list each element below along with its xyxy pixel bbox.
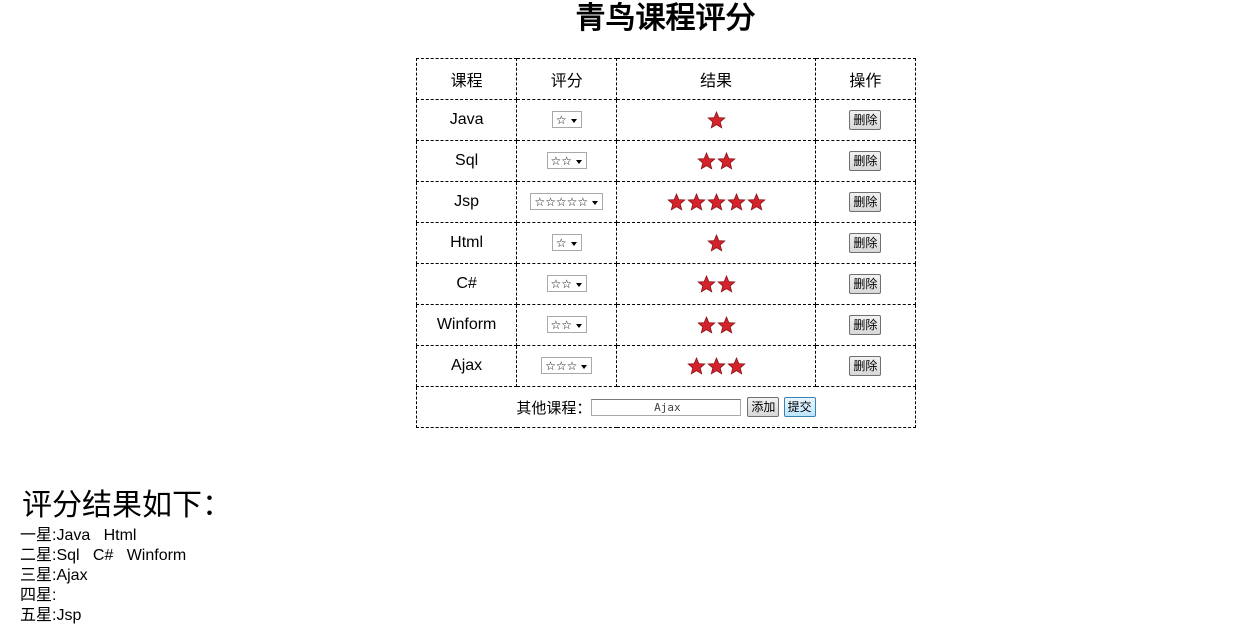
star-icon [706,110,726,129]
delete-button[interactable]: 删除 [849,274,882,294]
other-course-label: 其他课程： [516,399,592,417]
rating-select[interactable]: ☆☆☆☆☆ [530,193,604,211]
star-icon [696,315,716,334]
star-icon [726,192,746,211]
results-list: 一星:Java Html 二星:Sql C# Winform 三星:Ajax 四… [20,526,186,626]
rating-select-value: ☆ [555,236,567,251]
rating-stars [706,110,726,129]
rating-select-value: ☆☆☆ [545,359,578,374]
rating-stars [696,274,736,293]
delete-button[interactable]: 删除 [849,315,882,335]
star-icon [666,192,686,211]
table-row: Html ☆ 删除 [415,222,917,264]
header-action: 操作 [814,58,917,100]
star-icon [706,192,726,211]
table-row: Ajax ☆☆☆ 删除 [415,345,917,387]
rating-stars [696,315,736,334]
delete-button[interactable]: 删除 [849,110,882,130]
star-icon [706,233,726,252]
rating-select-value: ☆☆ [550,318,573,333]
add-course-row: 其他课程： Ajax 添加 提交 [416,386,916,428]
star-icon [686,192,706,211]
result-line-3: 三星:Ajax [20,567,88,584]
other-course-input[interactable]: Ajax [591,398,742,416]
rating-stars [686,356,746,375]
course-name: Ajax [415,345,518,387]
rating-select-value: ☆☆☆☆☆ [534,195,589,210]
table-row: Sql ☆☆ 删除 [415,140,917,182]
star-icon [706,356,726,375]
header-rating: 评分 [516,58,618,100]
table-row: Jsp ☆☆☆☆☆ 删除 [415,181,917,223]
star-icon [716,315,736,334]
rating-select-value: ☆☆ [550,154,573,169]
course-name: Jsp [415,181,518,223]
add-button[interactable]: 添加 [747,397,780,417]
dropdown-arrow-icon [576,160,583,165]
course-name: Sql [415,140,518,182]
delete-button[interactable]: 删除 [849,192,882,212]
delete-button[interactable]: 删除 [849,151,882,171]
star-icon [726,356,746,375]
submit-button[interactable]: 提交 [783,397,816,417]
dropdown-arrow-icon [581,365,588,370]
rating-select[interactable]: ☆☆ [546,275,588,293]
table-row: Winform ☆☆ 删除 [415,304,917,346]
star-icon [746,192,766,211]
dropdown-arrow-icon [576,324,583,329]
course-rating-table: 课程 评分 结果 操作 Java ☆ 删除 Sql ☆☆ 删除 Jsp ☆☆☆☆☆ 删除 Html… [415,58,917,428]
table-row: C# ☆☆ 删除 [415,263,917,305]
rating-stars [696,151,736,170]
course-name: Java [415,99,518,141]
rating-select[interactable]: ☆☆ [546,152,588,170]
star-icon [696,151,716,170]
rating-select[interactable]: ☆☆ [546,316,588,334]
rating-select[interactable]: ☆ [551,111,582,129]
rating-select-value: ☆ [555,113,567,128]
page-title: 青鸟课程评分 [575,1,756,36]
course-name: Html [415,222,518,264]
results-title: 评分结果如下： [22,488,232,523]
rating-select[interactable]: ☆☆☆ [541,357,593,375]
star-icon [716,151,736,170]
result-line-5: 五星:Jsp [20,607,82,624]
dropdown-arrow-icon [576,283,583,288]
star-icon [716,274,736,293]
table-header-row: 课程 评分 结果 操作 [415,58,917,100]
delete-button[interactable]: 删除 [849,233,882,253]
star-icon [696,274,716,293]
rating-stars [666,192,766,211]
star-icon [686,356,706,375]
rating-select-value: ☆☆ [550,277,573,292]
dropdown-arrow-icon [570,242,577,247]
rating-stars [706,233,726,252]
result-line-2: 二星:Sql C# Winform [20,547,187,564]
rating-select[interactable]: ☆ [551,234,582,252]
header-result: 结果 [616,58,816,100]
table-row: Java ☆ 删除 [415,99,917,141]
delete-button[interactable]: 删除 [849,356,882,376]
header-course: 课程 [415,58,518,100]
course-name: Winform [415,304,518,346]
result-line-1: 一星:Java Html [20,527,137,544]
dropdown-arrow-icon [592,201,599,206]
course-name: C# [415,263,518,305]
dropdown-arrow-icon [570,119,577,124]
result-line-4: 四星: [20,587,57,604]
